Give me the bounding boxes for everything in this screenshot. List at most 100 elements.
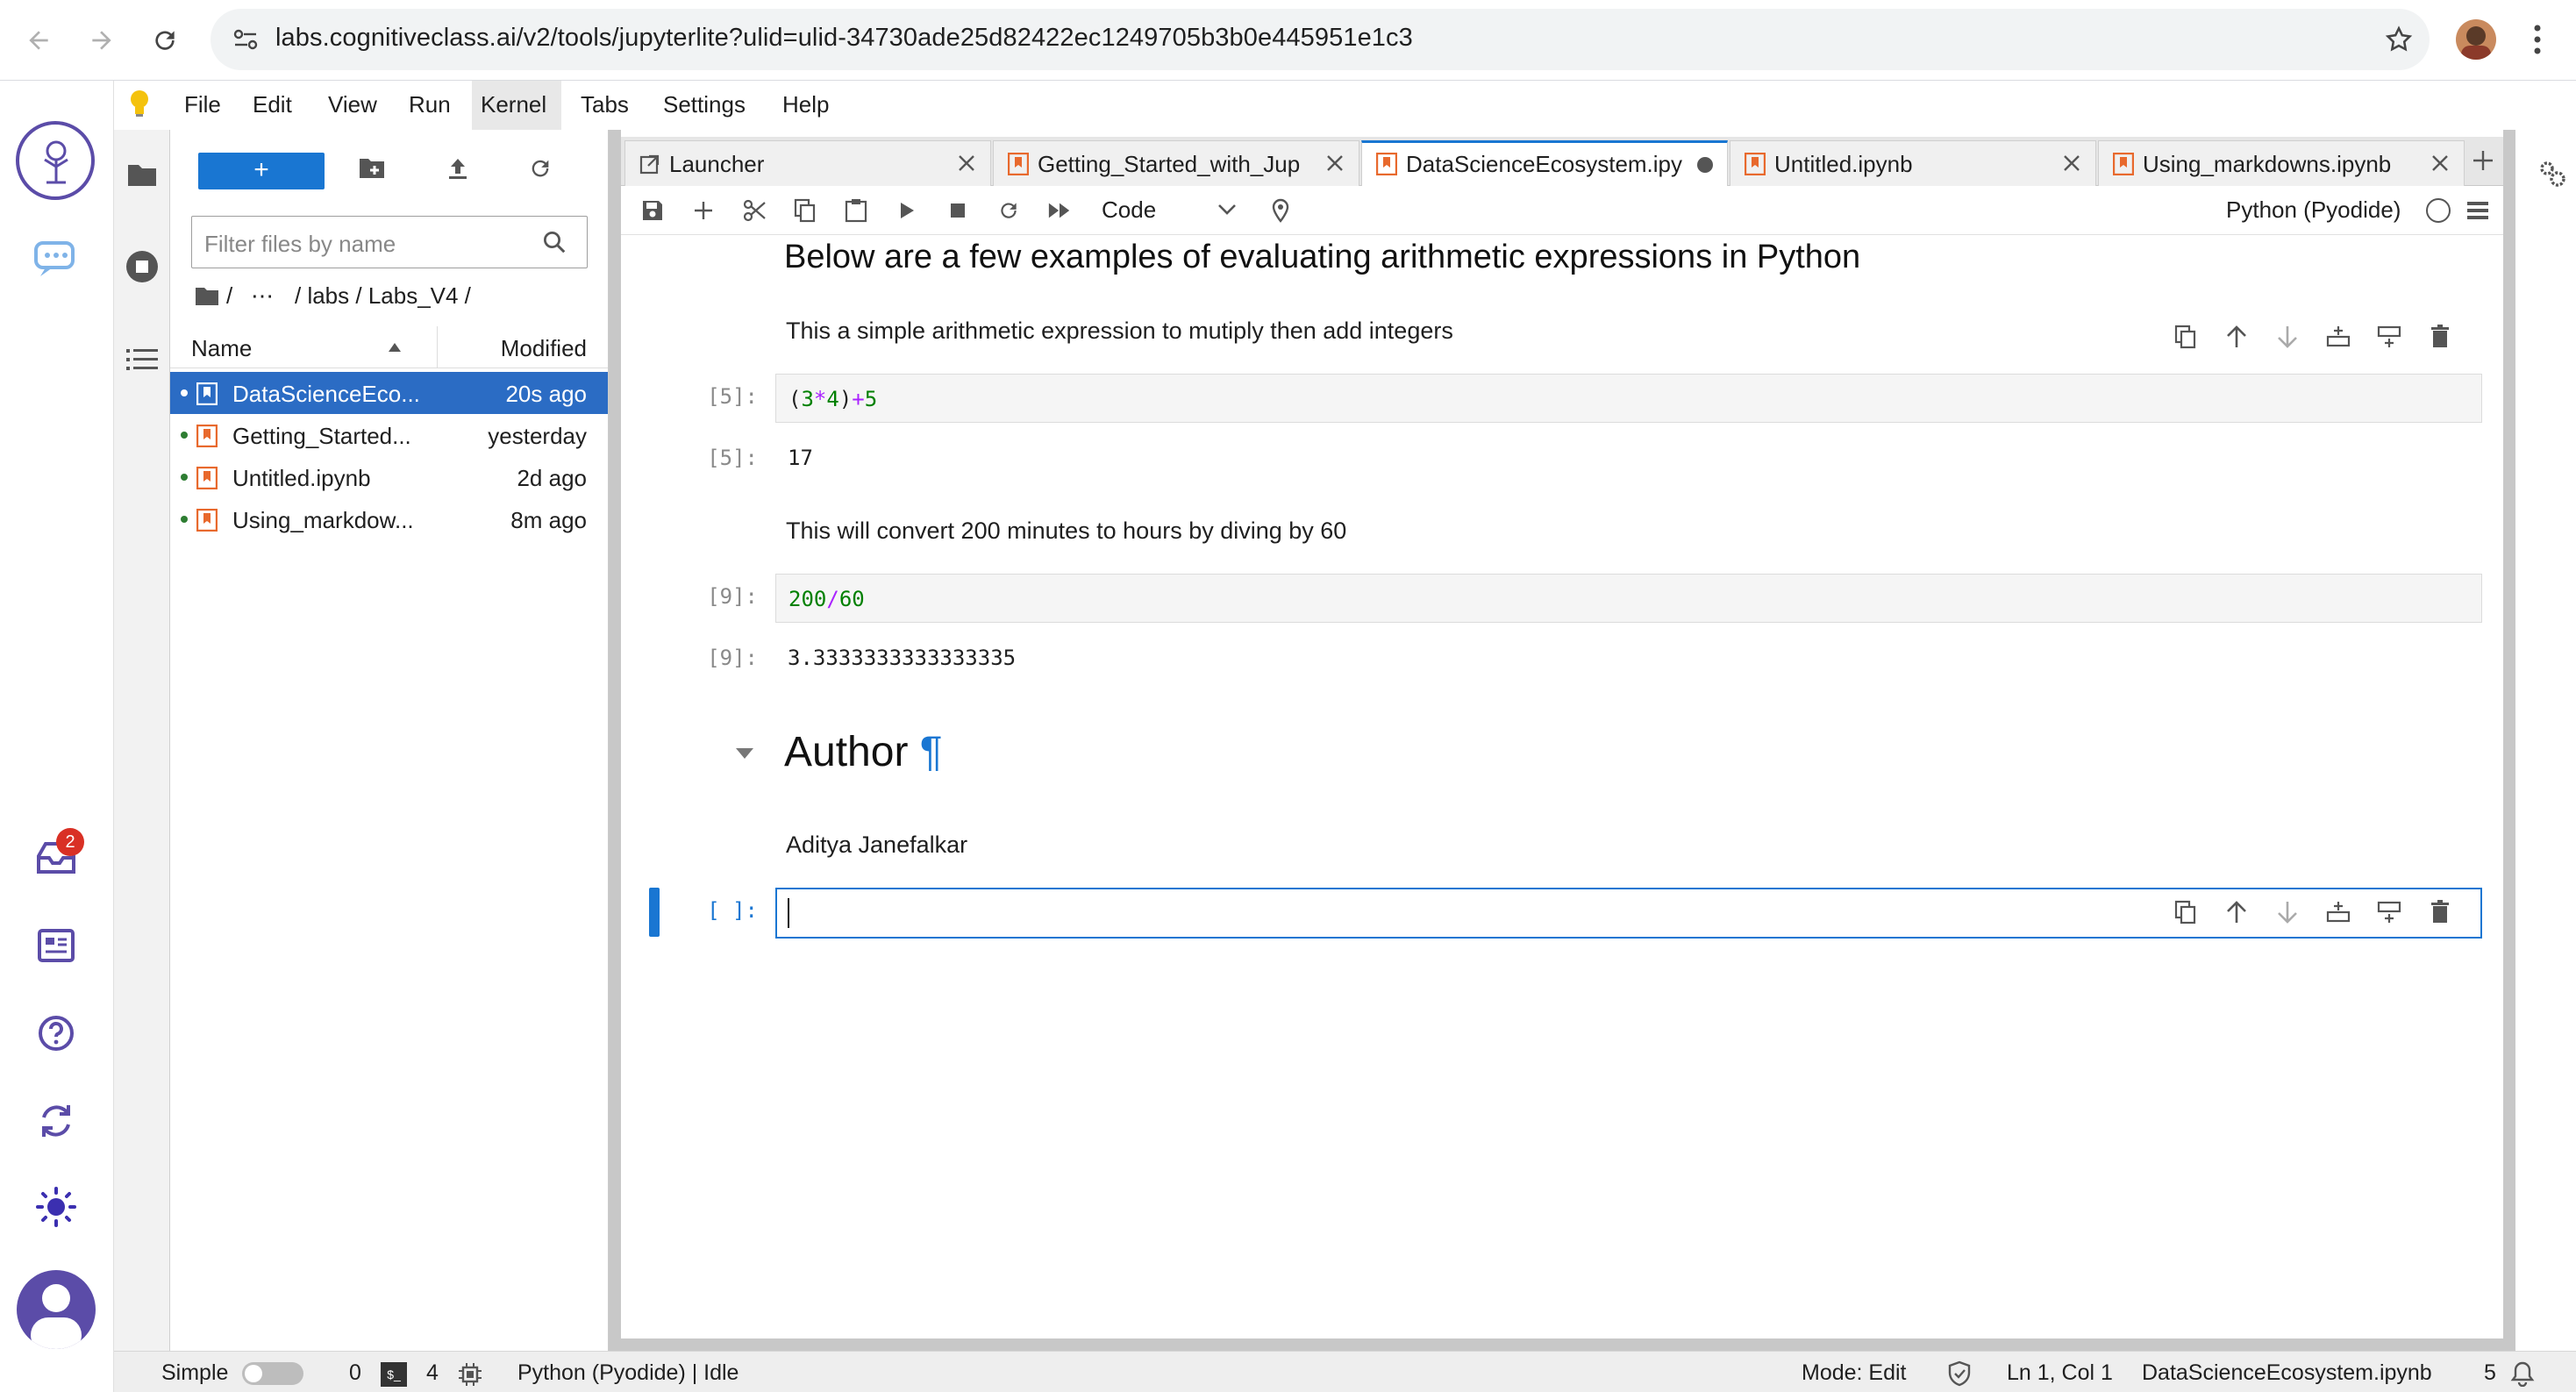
move-cell-down-icon[interactable]: [2273, 323, 2301, 351]
file-row-untitled[interactable]: Untitled.ipynb 2d ago: [170, 456, 608, 498]
sync-icon[interactable]: [32, 1096, 81, 1146]
cognitive-class-logo: [16, 121, 95, 200]
restart-kernel-icon[interactable]: [996, 198, 1021, 223]
file-row-getting-started[interactable]: Getting_Started... yesterday: [170, 414, 608, 456]
profile-avatar[interactable]: [2456, 19, 2496, 60]
menu-help[interactable]: Help: [779, 91, 832, 118]
new-folder-icon[interactable]: [358, 156, 386, 181]
table-of-contents-icon[interactable]: [126, 347, 158, 372]
theme-sun-icon[interactable]: [32, 1182, 81, 1231]
running-kernels-icon[interactable]: [125, 249, 160, 284]
code-cell-editor[interactable]: (3*4)+5: [775, 374, 2482, 423]
file-row-using-markdowns[interactable]: Using_markdow... 8m ago: [170, 498, 608, 540]
debugger-pin-icon[interactable]: [1268, 198, 1293, 223]
kernel-name[interactable]: Python (Pyodide): [2226, 196, 2401, 224]
delete-cell-icon[interactable]: [2426, 898, 2454, 926]
reload-icon[interactable]: [144, 19, 186, 61]
site-settings-icon[interactable]: [232, 26, 260, 53]
cut-cell-icon[interactable]: [742, 198, 767, 223]
terminal-icon[interactable]: $_: [381, 1362, 407, 1387]
active-cell-indicator: [649, 888, 660, 937]
insert-cell-above-icon[interactable]: [2324, 323, 2352, 351]
panel-splitter[interactable]: [609, 130, 621, 1351]
chat-icon[interactable]: [32, 235, 81, 284]
column-modified-header[interactable]: Modified: [501, 335, 587, 362]
bookmark-star-icon[interactable]: [2384, 25, 2414, 54]
sort-ascending-icon[interactable]: [388, 342, 402, 353]
interrupt-kernel-icon[interactable]: [945, 198, 970, 223]
file-filter-input[interactable]: Filter files by name: [191, 216, 588, 268]
cell-toolbar: [2172, 319, 2461, 354]
paste-cell-icon[interactable]: [844, 198, 868, 223]
menu-settings[interactable]: Settings: [660, 91, 749, 118]
tab-getting-started[interactable]: Getting_Started_with_Jup: [993, 140, 1359, 186]
cursor-position[interactable]: Ln 1, Col 1: [2007, 1360, 2113, 1386]
unsaved-changes-dot-icon[interactable]: [1697, 157, 1713, 173]
breadcrumb-path[interactable]: / labs / Labs_V4 /: [295, 282, 471, 310]
simple-mode-toggle[interactable]: [242, 1362, 303, 1385]
news-icon[interactable]: [32, 921, 81, 970]
duplicate-cell-icon[interactable]: [2172, 323, 2200, 351]
tab-launcher[interactable]: Launcher: [624, 140, 991, 186]
refresh-file-list-icon[interactable]: [528, 156, 553, 181]
help-icon[interactable]: [32, 1009, 81, 1058]
kernel-status-text[interactable]: Python (Pyodide) | Idle: [517, 1360, 739, 1386]
heading-anchor-link[interactable]: ¶: [920, 729, 943, 775]
kernel-menu-icon[interactable]: [2466, 200, 2489, 221]
breadcrumb-home-folder-icon[interactable]: [195, 286, 219, 307]
close-tab-icon[interactable]: [1325, 153, 1345, 173]
copy-cell-icon[interactable]: [793, 198, 817, 223]
kernel-chip-icon[interactable]: [458, 1362, 482, 1387]
insert-cell-icon[interactable]: [691, 198, 716, 223]
property-inspector-gears-icon[interactable]: [2537, 158, 2568, 189]
delete-cell-icon[interactable]: [2426, 323, 2454, 351]
notebook-file-icon: [196, 425, 218, 447]
insert-cell-below-icon[interactable]: [2375, 898, 2403, 926]
add-tab-icon[interactable]: [2472, 149, 2494, 172]
chevron-down-icon[interactable]: [1217, 203, 1237, 216]
output-prompt: [5]:: [707, 446, 758, 470]
tab-datascienceecosystem[interactable]: DataScienceEcosystem.ipy: [1361, 140, 1728, 187]
trusted-shield-icon[interactable]: [1947, 1360, 1972, 1387]
tab-using-markdowns[interactable]: Using_markdowns.ipynb: [2098, 140, 2465, 186]
move-cell-up-icon[interactable]: [2223, 898, 2251, 926]
address-bar[interactable]: labs.cognitiveclass.ai/v2/tools/jupyterl…: [211, 9, 2430, 70]
move-cell-up-icon[interactable]: [2223, 323, 2251, 351]
cell-type-select[interactable]: Code: [1102, 196, 1156, 224]
file-modified: yesterday: [488, 423, 587, 449]
tab-untitled[interactable]: Untitled.ipynb: [1730, 140, 2096, 186]
user-account-icon[interactable]: [17, 1270, 96, 1349]
forward-icon[interactable]: [81, 19, 123, 61]
document-tab-bar: Launcher Getting_Started_with_Jup DataSc…: [621, 137, 2503, 187]
browser-menu-icon[interactable]: [2533, 23, 2542, 56]
duplicate-cell-icon[interactable]: [2172, 898, 2200, 926]
notification-bell-icon[interactable]: [2510, 1360, 2535, 1387]
file-browser-folder-icon[interactable]: [126, 161, 158, 188]
menu-kernel[interactable]: Kernel: [477, 91, 550, 118]
insert-cell-above-icon[interactable]: [2324, 898, 2352, 926]
column-name-header[interactable]: Name: [191, 335, 252, 362]
save-icon[interactable]: [640, 198, 665, 223]
close-tab-icon[interactable]: [2430, 153, 2450, 173]
file-row-datascienceecosystem[interactable]: DataScienceEco... 20s ago: [170, 372, 608, 414]
menu-tabs[interactable]: Tabs: [577, 91, 632, 118]
menu-view[interactable]: View: [325, 91, 381, 118]
insert-cell-below-icon[interactable]: [2375, 323, 2403, 351]
inbox-icon[interactable]: 2: [32, 828, 84, 882]
new-launcher-button[interactable]: +: [198, 153, 325, 189]
code-cell-editor[interactable]: 200/60: [775, 574, 2482, 623]
upload-icon[interactable]: [446, 156, 470, 181]
status-filename: DataScienceEcosystem.ipynb: [2142, 1360, 2432, 1385]
kernel-idle-indicator-icon: [2426, 198, 2451, 223]
menu-file[interactable]: File: [181, 91, 225, 118]
menu-run[interactable]: Run: [405, 91, 454, 118]
collapse-heading-caret-icon[interactable]: [735, 747, 754, 760]
menu-edit[interactable]: Edit: [249, 91, 296, 118]
restart-run-all-icon[interactable]: [1047, 198, 1072, 223]
run-cell-icon[interactable]: [895, 198, 919, 223]
back-icon[interactable]: [18, 19, 60, 61]
move-cell-down-icon[interactable]: [2273, 898, 2301, 926]
close-tab-icon[interactable]: [2062, 153, 2081, 173]
close-tab-icon[interactable]: [957, 153, 976, 173]
breadcrumb-ellipsis[interactable]: ⋯: [251, 282, 274, 310]
